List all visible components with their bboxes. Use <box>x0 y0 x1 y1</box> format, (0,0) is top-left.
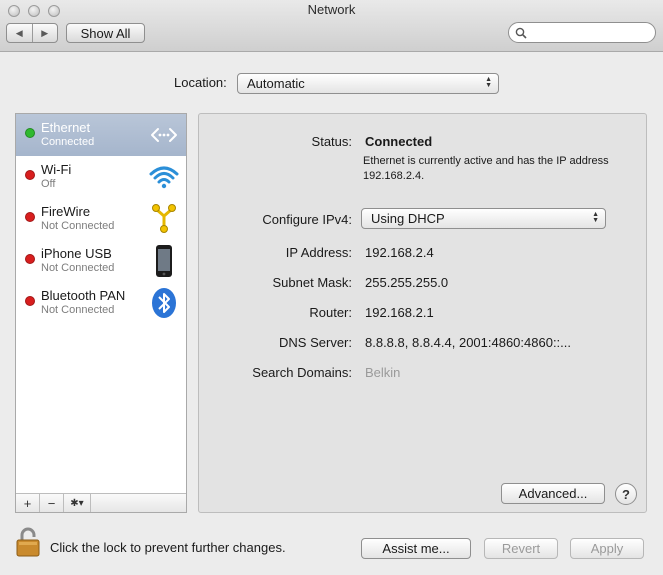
router-value: 192.168.2.1 <box>365 305 434 320</box>
status-dot-icon <box>25 212 35 222</box>
service-name: Bluetooth PAN <box>41 288 126 303</box>
title-bar: Network ◀ ▶ Show All <box>0 0 663 52</box>
forward-button[interactable]: ▶ <box>31 24 58 42</box>
bluetooth-icon <box>152 288 176 318</box>
status-value: Connected <box>365 134 433 149</box>
back-button[interactable]: ◀ <box>7 24 32 42</box>
service-name: FireWire <box>41 204 91 219</box>
ip-address-label: IP Address: <box>285 245 352 260</box>
ethernet-icon <box>151 128 177 142</box>
service-list[interactable]: Ethernet Connected Wi-Fi Off FireWire No… <box>15 113 187 513</box>
search-field[interactable] <box>508 22 656 43</box>
service-status: Off <box>41 178 56 190</box>
router-label: Router: <box>309 305 352 320</box>
configure-ipv4-popup[interactable]: Using DHCP ▲ ▼ <box>361 208 606 229</box>
subnet-mask-label: Subnet Mask: <box>272 275 353 290</box>
location-value: Automatic <box>247 76 305 91</box>
service-list-toolbar: + − ✱▾ <box>16 493 186 512</box>
advanced-button[interactable]: Advanced... <box>501 483 605 504</box>
lock-instructions: Click the lock to prevent further change… <box>50 540 286 555</box>
status-dot-icon <box>25 128 35 138</box>
help-button[interactable]: ? <box>615 483 637 505</box>
service-status: Not Connected <box>41 220 115 232</box>
service-status: Connected <box>41 136 95 148</box>
service-item-bluetooth-pan[interactable]: Bluetooth PAN Not Connected <box>16 282 186 324</box>
location-label: Location: <box>174 75 227 90</box>
service-item-firewire[interactable]: FireWire Not Connected <box>16 198 186 240</box>
wifi-icon <box>149 166 179 189</box>
revert-button[interactable]: Revert <box>484 538 558 559</box>
ip-address-value: 192.168.2.4 <box>365 245 434 260</box>
service-detail-panel: Status: Connected Ethernet is currently … <box>198 113 647 513</box>
service-item-iphone-usb[interactable]: iPhone USB Not Connected <box>16 240 186 282</box>
iphone-icon <box>156 245 172 277</box>
status-dot-icon <box>25 170 35 180</box>
chevron-left-icon: ◀ <box>15 27 23 38</box>
configure-ipv4-label: Configure IPv4: <box>262 212 352 227</box>
assist-me-button[interactable]: Assist me... <box>361 538 471 559</box>
service-name: Wi-Fi <box>41 162 72 177</box>
search-input[interactable] <box>533 25 651 40</box>
dns-server-label: DNS Server: <box>279 335 352 350</box>
subnet-mask-value: 255.255.255.0 <box>365 275 449 290</box>
service-item-ethernet[interactable]: Ethernet Connected <box>16 114 186 156</box>
gear-icon: ✱▾ <box>70 497 84 509</box>
remove-service-button[interactable]: − <box>40 494 64 512</box>
service-item-wifi[interactable]: Wi-Fi Off <box>16 156 186 198</box>
add-service-button[interactable]: + <box>16 494 40 512</box>
service-status: Not Connected <box>41 262 115 274</box>
popup-arrows-icon: ▲ ▼ <box>592 211 599 224</box>
gear-menu-button[interactable]: ✱▾ <box>64 494 91 512</box>
status-label: Status: <box>311 134 352 149</box>
chevron-right-icon: ▶ <box>41 27 49 38</box>
service-name: Ethernet <box>41 120 91 135</box>
status-description: Ethernet is currently active and has the… <box>363 155 609 182</box>
status-dot-icon <box>25 254 35 264</box>
service-name: iPhone USB <box>41 246 112 261</box>
status-dot-icon <box>25 296 35 306</box>
configure-ipv4-value: Using DHCP <box>371 211 445 226</box>
location-popup[interactable]: Automatic ▲ ▼ <box>237 73 499 94</box>
dns-server-value: 8.8.8.8, 8.8.4.4, 2001:4860:4860::... <box>365 335 572 350</box>
lock-icon[interactable] <box>15 527 41 557</box>
search-icon <box>515 27 527 39</box>
search-domains-value: Belkin <box>365 365 401 380</box>
window-title: Network <box>307 2 356 17</box>
apply-button[interactable]: Apply <box>570 538 644 559</box>
service-status: Not Connected <box>41 304 115 316</box>
show-all-button[interactable]: Show All <box>66 23 145 43</box>
firewire-icon <box>152 204 176 233</box>
nav-back-forward: ◀ ▶ <box>6 23 58 43</box>
search-domains-label: Search Domains: <box>252 365 352 380</box>
popup-arrows-icon: ▲ ▼ <box>485 76 492 89</box>
